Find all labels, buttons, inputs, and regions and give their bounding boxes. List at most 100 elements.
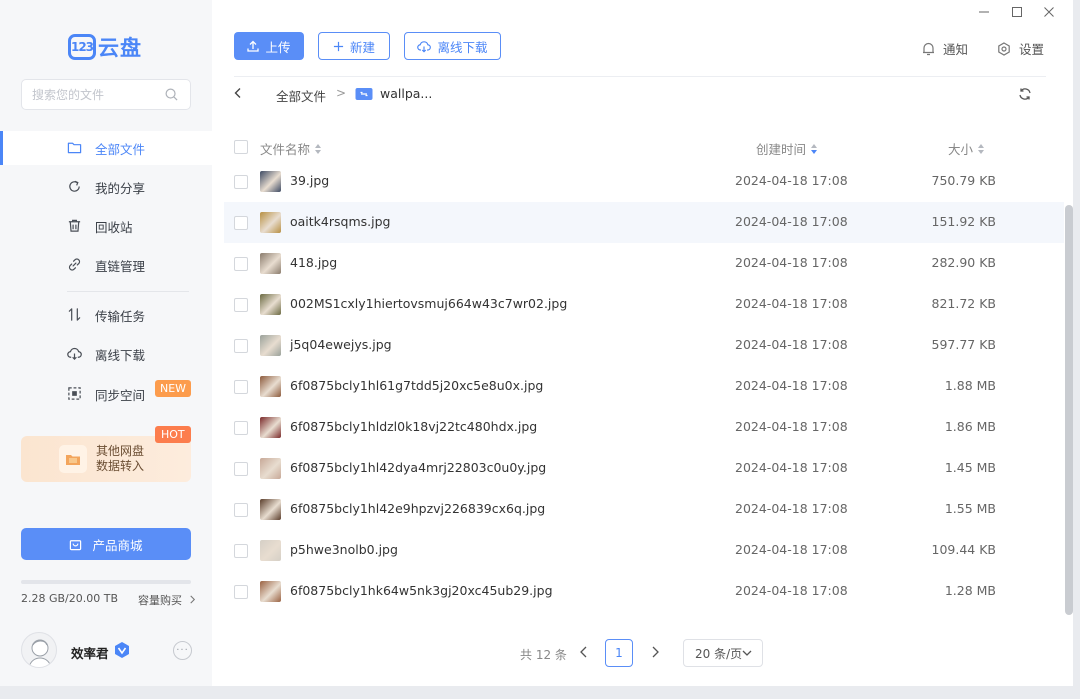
buy-capacity-link[interactable]: 容量购买 — [138, 592, 196, 608]
sidebar-item-transfers[interactable]: 传输任务 — [0, 298, 212, 332]
file-created-time: 2024-04-18 17:08 — [735, 419, 848, 434]
table-row[interactable]: 418.jpg 2024-04-18 17:08 282.90 KB — [224, 243, 1064, 284]
row-checkbox[interactable] — [234, 421, 248, 435]
app-logo: 123 云盘 — [68, 32, 142, 62]
refresh-icon[interactable] — [1018, 87, 1032, 101]
back-icon[interactable] — [231, 86, 245, 100]
table-row[interactable]: 39.jpg 2024-04-18 17:08 750.79 KB — [224, 161, 1064, 202]
sort-icon — [315, 143, 322, 154]
file-size: 750.79 KB — [931, 173, 996, 188]
file-size: 597.77 KB — [931, 337, 996, 352]
sidebar-item-label: 直链管理 — [95, 258, 146, 274]
sidebar-item-label: 回收站 — [95, 219, 133, 235]
table-row[interactable]: 6f0875bcly1hl42dya4mrj22803c0u0y.jpg 2024… — [224, 448, 1064, 489]
promo-line-1: 其他网盘 — [96, 444, 145, 458]
table-row[interactable]: 6f0875bcly1hldzl0k18vj22tc480hdx.jpg 2024… — [224, 407, 1064, 448]
row-checkbox[interactable] — [234, 544, 248, 558]
image-thumbnail — [260, 581, 281, 602]
share-icon — [69, 180, 80, 192]
row-checkbox[interactable] — [234, 175, 248, 189]
page-size-label: 20 条/页 — [695, 646, 743, 661]
link-icon — [68, 258, 81, 271]
search-icon[interactable] — [165, 88, 178, 101]
table-row[interactable]: 6f0875bcly1hl61g7tdd5j20xc5e8u0x.jpg 2024… — [224, 366, 1064, 407]
logo-mark: 123 — [68, 34, 96, 60]
folder-icon — [67, 142, 82, 154]
file-created-time: 2024-04-18 17:08 — [735, 501, 848, 516]
select-all-checkbox[interactable] — [234, 140, 248, 154]
file-size: 1.28 MB — [944, 583, 996, 598]
file-name[interactable]: 418.jpg — [290, 255, 337, 270]
row-checkbox[interactable] — [234, 298, 248, 312]
user-more-button[interactable]: ··· — [173, 641, 192, 660]
sidebar-item-direct-links[interactable]: 直链管理 — [0, 248, 212, 282]
row-checkbox[interactable] — [234, 462, 248, 476]
avatar[interactable] — [21, 632, 57, 668]
settings-button[interactable]: 设置 — [997, 39, 1044, 58]
new-button[interactable]: 新建 — [318, 32, 390, 60]
scrollbar[interactable] — [1065, 205, 1073, 615]
chevron-right-icon — [189, 595, 195, 604]
breadcrumb-current: wallpa... — [380, 86, 433, 101]
file-name[interactable]: j5q04ewejys.jpg — [290, 337, 392, 352]
notifications-button[interactable]: 通知 — [922, 39, 968, 58]
page-size-select[interactable]: 20 条/页 — [683, 639, 763, 667]
row-checkbox[interactable] — [234, 503, 248, 517]
column-header-size[interactable]: 大小 — [948, 139, 985, 158]
chevron-right-icon[interactable] — [649, 645, 661, 659]
upload-button[interactable]: 上传 — [234, 32, 304, 60]
file-created-time: 2024-04-18 17:08 — [735, 460, 848, 475]
offline-download-label: 离线下载 — [437, 39, 488, 55]
promo-text: 其他网盘 数据转入 — [96, 444, 144, 474]
image-thumbnail — [260, 376, 281, 397]
minimize-icon[interactable] — [976, 4, 992, 20]
offline-download-button[interactable]: 离线下载 — [404, 32, 501, 60]
product-mall-button[interactable]: 产品商城 — [21, 528, 191, 560]
new-label: 新建 — [349, 39, 375, 55]
row-checkbox[interactable] — [234, 339, 248, 353]
table-row[interactable]: oaitk4rsqms.jpg 2024-04-18 17:08 151.92 KB — [224, 202, 1064, 243]
column-header-name[interactable]: 文件名称 — [260, 139, 322, 158]
breadcrumb-root[interactable]: 全部文件 — [276, 86, 326, 105]
storage-bar — [21, 580, 191, 584]
row-checkbox[interactable] — [234, 380, 248, 394]
transfer-icon — [68, 308, 81, 321]
pagination-page-current[interactable]: 1 — [605, 639, 633, 667]
column-header-label: 创建时间 — [756, 142, 807, 157]
file-name[interactable]: oaitk4rsqms.jpg — [290, 214, 390, 229]
sidebar-item-my-shares[interactable]: 我的分享 — [0, 170, 212, 204]
table-row[interactable]: j5q04ewejys.jpg 2024-04-18 17:08 597.77 KB — [224, 325, 1064, 366]
file-created-time: 2024-04-18 17:08 — [735, 173, 848, 188]
maximize-icon[interactable] — [1009, 4, 1025, 20]
sidebar-item-all-files[interactable]: 全部文件 — [0, 131, 212, 165]
column-header-label: 文件名称 — [260, 142, 311, 157]
hot-badge: HOT — [155, 426, 191, 443]
search-box — [21, 79, 191, 110]
table-row[interactable]: 6f0875bcly1hl42e9hpzvj226839cx6q.jpg 2024… — [224, 489, 1064, 530]
sidebar-item-recycle-bin[interactable]: 回收站 — [0, 209, 212, 243]
sidebar-item-offline-download[interactable]: 离线下载 — [0, 337, 212, 371]
row-checkbox[interactable] — [234, 257, 248, 271]
chevron-left-icon[interactable] — [578, 645, 590, 659]
breadcrumb-separator: > — [336, 86, 347, 100]
table-row[interactable]: p5hwe3nolb0.jpg 2024-04-18 17:08 109.44 KB — [224, 530, 1064, 571]
file-name[interactable]: 6f0875bcly1hl42e9hpzvj226839cx6q.jpg — [290, 501, 545, 516]
file-name[interactable]: 6f0875bcly1hk64w5nk3gj20xc45ub29.jpg — [290, 583, 553, 598]
file-name[interactable]: 6f0875bcly1hldzl0k18vj22tc480hdx.jpg — [290, 419, 537, 434]
table-row[interactable]: 6f0875bcly1hk64w5nk3gj20xc45ub29.jpg 2024… — [224, 571, 1064, 612]
image-thumbnail — [260, 335, 281, 356]
table-row[interactable]: 002MS1cxly1hiertovsmuj664w43c7wr02.jpg 20… — [224, 284, 1064, 325]
file-name[interactable]: 002MS1cxly1hiertovsmuj664w43c7wr02.jpg — [290, 296, 567, 311]
row-checkbox[interactable] — [234, 585, 248, 599]
file-name[interactable]: p5hwe3nolb0.jpg — [290, 542, 398, 557]
file-name[interactable]: 6f0875bcly1hl61g7tdd5j20xc5e8u0x.jpg — [290, 378, 543, 393]
file-name[interactable]: 39.jpg — [290, 173, 329, 188]
search-input[interactable] — [32, 86, 162, 104]
shared-folder-icon — [355, 88, 373, 100]
file-name[interactable]: 6f0875bcly1hl42dya4mrj22803c0u0y.jpg — [290, 460, 546, 475]
close-icon[interactable] — [1041, 4, 1057, 20]
file-created-time: 2024-04-18 17:08 — [735, 255, 848, 270]
column-header-created[interactable]: 创建时间 — [756, 139, 818, 158]
row-checkbox[interactable] — [234, 216, 248, 230]
cloud-download-icon — [67, 347, 82, 360]
